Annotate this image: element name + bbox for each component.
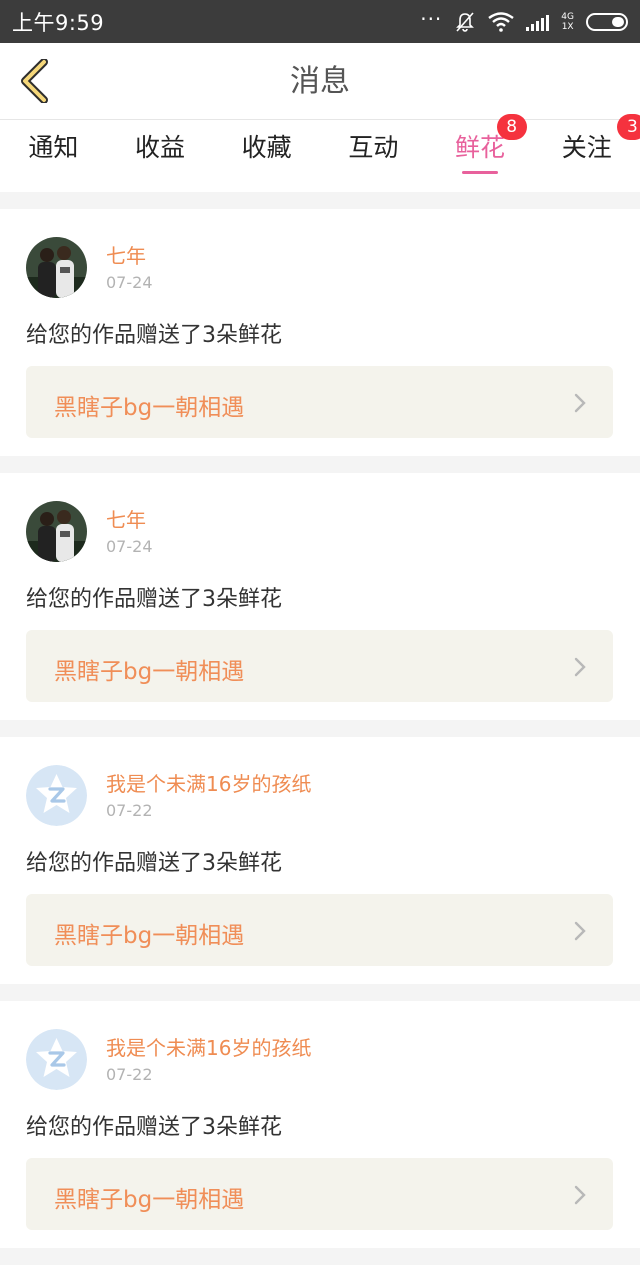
work-link[interactable]: 黑瞎子bg一朝相遇 bbox=[26, 894, 613, 966]
tab-favorites[interactable]: 收藏 bbox=[213, 120, 320, 192]
tab-interactions[interactable]: 互动 bbox=[320, 120, 427, 192]
tab-label: 关注 bbox=[561, 133, 612, 162]
wifi-icon bbox=[488, 11, 515, 32]
work-title: 黑瞎子bg一朝相遇 bbox=[54, 395, 245, 421]
network-type-top: 4G bbox=[561, 11, 574, 22]
message-date: 07-22 bbox=[106, 801, 153, 820]
user-name[interactable]: 我是个未满16岁的孩纸 bbox=[106, 768, 311, 797]
status-bar: 上午9:59 ··· 4G 1X bbox=[0, 0, 640, 43]
chevron-right-icon bbox=[574, 921, 586, 941]
tab-label: 收益 bbox=[135, 133, 186, 162]
message-date: 07-22 bbox=[106, 1065, 153, 1084]
more-dots-icon: ··· bbox=[420, 6, 443, 31]
chevron-right-icon bbox=[574, 657, 586, 677]
user-name[interactable]: 我是个未满16岁的孩纸 bbox=[106, 1032, 311, 1061]
header-bar: 消息 bbox=[0, 43, 640, 120]
message-text: 给您的作品赠送了3朵鲜花 bbox=[26, 587, 282, 612]
avatar[interactable] bbox=[26, 501, 87, 562]
message-text: 给您的作品赠送了3朵鲜花 bbox=[26, 323, 282, 348]
message-card: 七年 07-24 给您的作品赠送了3朵鲜花 黑瞎子bg一朝相遇 bbox=[0, 473, 640, 720]
unread-badge: 8 bbox=[496, 114, 527, 140]
tab-label: 互动 bbox=[348, 133, 399, 162]
avatar[interactable] bbox=[26, 237, 87, 298]
network-type: 4G 1X bbox=[561, 12, 574, 32]
qq-default-avatar-icon bbox=[26, 765, 87, 826]
network-type-bottom: 1X bbox=[561, 21, 574, 32]
user-photo-avatar bbox=[26, 237, 87, 298]
message-card: 七年 07-24 给您的作品赠送了3朵鲜花 黑瞎子bg一朝相遇 bbox=[0, 209, 640, 456]
message-text: 给您的作品赠送了3朵鲜花 bbox=[26, 1115, 282, 1140]
chevron-left-icon bbox=[21, 59, 48, 103]
chevron-right-icon bbox=[574, 393, 586, 413]
message-list: 七年 07-24 给您的作品赠送了3朵鲜花 黑瞎子bg一朝相遇 七年 07-24… bbox=[0, 209, 640, 1265]
tab-label: 通知 bbox=[28, 133, 79, 162]
message-card: 我是个未满16岁的孩纸 07-22 给您的作品赠送了3朵鲜花 黑瞎子bg一朝相遇 bbox=[0, 1001, 640, 1248]
work-title: 黑瞎子bg一朝相遇 bbox=[54, 1187, 245, 1213]
work-link[interactable]: 黑瞎子bg一朝相遇 bbox=[26, 366, 613, 438]
tab-flowers[interactable]: 鲜花 8 bbox=[427, 114, 534, 192]
message-card: 我是个未满16岁的孩纸 07-22 给您的作品赠送了3朵鲜花 黑瞎子bg一朝相遇 bbox=[0, 737, 640, 984]
message-text: 给您的作品赠送了3朵鲜花 bbox=[26, 851, 282, 876]
avatar[interactable] bbox=[26, 765, 87, 826]
notification-muted-icon bbox=[456, 11, 475, 32]
tab-label: 收藏 bbox=[241, 133, 292, 162]
status-time: 上午9:59 bbox=[12, 10, 105, 35]
status-icons: ··· 4G 1X bbox=[420, 6, 628, 33]
tab-following[interactable]: 关注 3 bbox=[533, 114, 640, 192]
signal-bars-icon bbox=[526, 13, 550, 31]
message-date: 07-24 bbox=[106, 537, 153, 556]
qq-default-avatar-icon bbox=[26, 1029, 87, 1090]
work-link[interactable]: 黑瞎子bg一朝相遇 bbox=[26, 1158, 613, 1230]
avatar[interactable] bbox=[26, 1029, 87, 1090]
work-title: 黑瞎子bg一朝相遇 bbox=[54, 659, 245, 685]
message-date: 07-24 bbox=[106, 273, 153, 292]
tab-notifications[interactable]: 通知 bbox=[0, 120, 107, 192]
user-name[interactable]: 七年 bbox=[106, 504, 146, 533]
page-title: 消息 bbox=[290, 64, 350, 99]
user-photo-avatar bbox=[26, 501, 87, 562]
battery-icon bbox=[586, 12, 628, 31]
work-title: 黑瞎子bg一朝相遇 bbox=[54, 923, 245, 949]
unread-badge: 3 bbox=[617, 114, 640, 140]
tab-label: 鲜花 bbox=[455, 133, 506, 162]
tab-earnings[interactable]: 收益 bbox=[107, 120, 214, 192]
user-name[interactable]: 七年 bbox=[106, 240, 146, 269]
work-link[interactable]: 黑瞎子bg一朝相遇 bbox=[26, 630, 613, 702]
tab-bar: 通知 收益 收藏 互动 鲜花 8 关注 3 bbox=[0, 114, 640, 192]
back-button[interactable] bbox=[12, 57, 56, 105]
chevron-right-icon bbox=[574, 1185, 586, 1205]
